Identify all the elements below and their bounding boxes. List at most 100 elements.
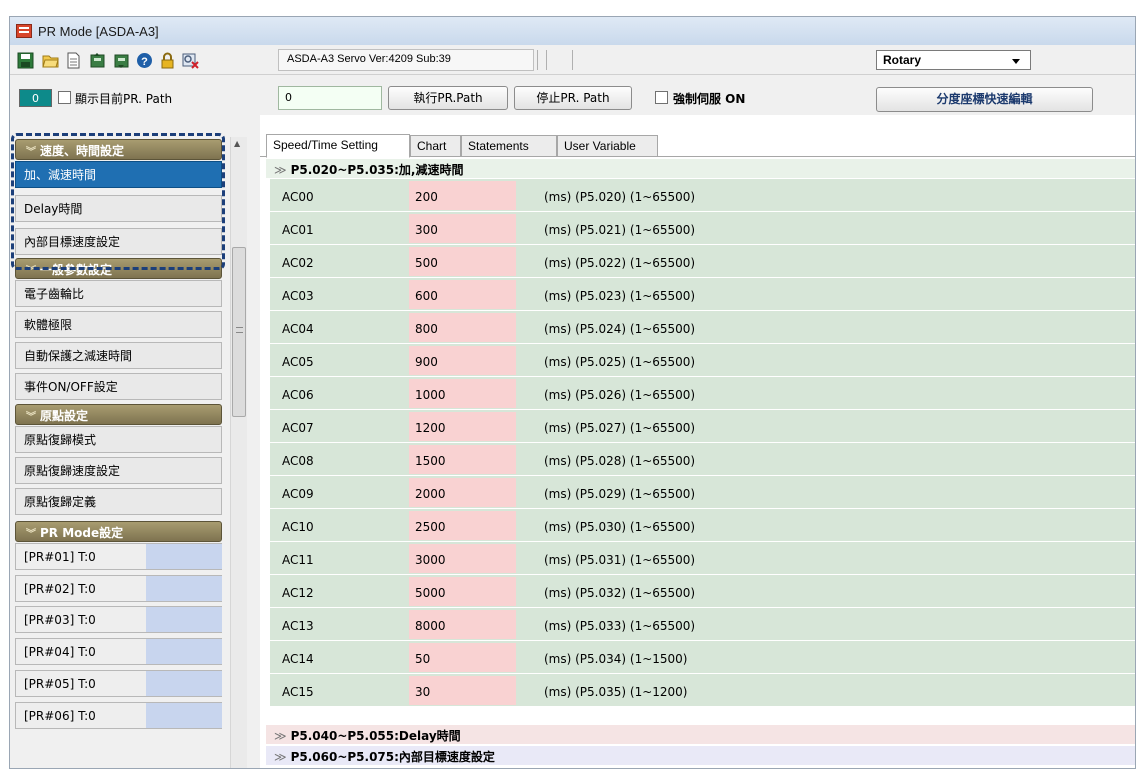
param-value-input[interactable]: 50 — [409, 643, 516, 672]
close-connection-icon[interactable] — [182, 52, 199, 69]
read-from-drive-icon[interactable] — [89, 52, 106, 69]
param-value-input[interactable]: 900 — [409, 346, 516, 375]
lock-icon[interactable] — [159, 52, 176, 69]
collapse-chevron-icon: ︾ — [26, 147, 36, 158]
force-servo-on-label: 強制伺服 ON — [673, 92, 746, 106]
force-servo-on-checkbox[interactable] — [655, 91, 668, 104]
param-value-input[interactable]: 200 — [409, 181, 516, 210]
section-accel-decel-header[interactable]: ≫ P5.020~P5.035:加,減速時間 — [266, 159, 1135, 178]
toolbar-separator — [537, 50, 573, 70]
sidebar-item-pr05[interactable]: [PR#05] T:0 — [15, 670, 222, 697]
param-value-input[interactable]: 2000 — [409, 478, 516, 507]
param-description: (ms) (P5.034) (1~1500) — [544, 652, 688, 666]
param-name: AC08 — [282, 454, 314, 468]
sidebar-item-pr04[interactable]: [PR#04] T:0 — [15, 638, 222, 665]
mode-select-value: Rotary — [883, 53, 922, 67]
table-row: AC00 200 (ms) (P5.020) (1~65500) — [270, 179, 1135, 212]
param-value-input[interactable]: 300 — [409, 214, 516, 243]
param-name: AC14 — [282, 652, 314, 666]
sidebar-item-pr06[interactable]: [PR#06] T:0 — [15, 702, 222, 729]
param-description: (ms) (P5.022) (1~65500) — [544, 256, 696, 270]
table-row: AC02 500 (ms) (P5.022) (1~65500) — [270, 245, 1135, 278]
sidebar-scrollbar[interactable]: ▲ — [230, 137, 247, 768]
show-path-checkbox[interactable] — [58, 91, 71, 104]
param-value-input[interactable]: 5000 — [409, 577, 516, 606]
param-name: AC13 — [282, 619, 314, 633]
table-row: AC13 8000 (ms) (P5.033) (1~65500) — [270, 608, 1135, 641]
toolbar: ? ASDA-A3 Servo Ver:4209 Sub:39 Rotary — [10, 45, 1135, 75]
param-value-input[interactable]: 1000 — [409, 379, 516, 408]
param-value-input[interactable]: 500 — [409, 247, 516, 276]
param-value-input[interactable]: 8000 — [409, 610, 516, 639]
pr-number-indicator: 0 — [19, 89, 52, 107]
sidebar-item-pr02[interactable]: [PR#02] T:0 — [15, 575, 222, 602]
param-value-input[interactable]: 2500 — [409, 511, 516, 540]
pr-path-input[interactable]: 0 — [278, 86, 382, 110]
param-name: AC03 — [282, 289, 314, 303]
param-value-input[interactable]: 1200 — [409, 412, 516, 441]
sidebar-group-homing[interactable]: ︾ 原點設定 — [15, 404, 222, 425]
param-value-input[interactable]: 600 — [409, 280, 516, 309]
param-name: AC05 — [282, 355, 314, 369]
collapse-chevron-icon: ︾ — [26, 412, 36, 423]
sidebar-item-pr01[interactable]: [PR#01] T:0 — [15, 543, 222, 570]
param-description: (ms) (P5.027) (1~65500) — [544, 421, 696, 435]
param-name: AC04 — [282, 322, 314, 336]
write-to-drive-icon[interactable] — [113, 52, 130, 69]
open-folder-icon[interactable] — [42, 52, 59, 69]
dropdown-arrow-icon — [1012, 59, 1020, 64]
param-description: (ms) (P5.029) (1~65500) — [544, 487, 696, 501]
expand-chevron-icon: ≫ — [274, 729, 287, 743]
sidebar-item-homing-mode[interactable]: 原點復歸模式 — [15, 426, 222, 453]
sidebar-item-homing-speed[interactable]: 原點復歸速度設定 — [15, 457, 222, 484]
expand-chevron-icon: ≫ — [274, 750, 287, 764]
table-row: AC04 800 (ms) (P5.024) (1~65500) — [270, 311, 1135, 344]
sidebar-group-speed-time[interactable]: ︾ 速度、時間設定 — [15, 139, 222, 160]
tab-user-variable[interactable]: User Variable — [557, 135, 658, 157]
table-row: AC05 900 (ms) (P5.025) (1~65500) — [270, 344, 1135, 377]
app-logo-icon — [16, 24, 32, 38]
help-icon[interactable]: ? — [136, 52, 153, 69]
param-name: AC07 — [282, 421, 314, 435]
tab-bar: Speed/Time Setting Chart Statements User… — [260, 134, 1135, 158]
param-name: AC15 — [282, 685, 314, 699]
param-value-input[interactable]: 3000 — [409, 544, 516, 573]
scroll-up-arrow-icon[interactable]: ▲ — [234, 139, 240, 148]
sidebar-group-general-params[interactable]: ︾ 一般參數設定 — [15, 258, 222, 279]
sidebar-group-pr-mode[interactable]: ︾ PR Mode設定 — [15, 521, 222, 542]
param-value-input[interactable]: 30 — [409, 676, 516, 705]
sidebar-item-delay-time[interactable]: Delay時間 — [15, 195, 222, 222]
section-speed-header[interactable]: ≫ P5.060~P5.075:內部目標速度設定 — [266, 746, 1135, 765]
scrollbar-thumb[interactable] — [232, 247, 246, 417]
tab-statements[interactable]: Statements — [461, 135, 557, 157]
param-name: AC09 — [282, 487, 314, 501]
sidebar-item-software-limit[interactable]: 軟體極限 — [15, 311, 222, 338]
table-row: AC09 2000 (ms) (P5.029) (1~65500) — [270, 476, 1135, 509]
param-name: AC11 — [282, 553, 314, 567]
table-row: AC06 1000 (ms) (P5.026) (1~65500) — [270, 377, 1135, 410]
tab-speed-time-setting[interactable]: Speed/Time Setting — [266, 134, 410, 158]
save-icon[interactable] — [17, 52, 34, 69]
sidebar-item-homing-definition[interactable]: 原點復歸定義 — [15, 488, 222, 515]
param-value-input[interactable]: 1500 — [409, 445, 516, 474]
mode-select[interactable]: Rotary — [876, 50, 1031, 70]
run-pr-path-button[interactable]: 執行PR.Path — [388, 86, 508, 110]
sidebar-item-pr03[interactable]: [PR#03] T:0 — [15, 606, 222, 633]
sidebar-item-internal-target-speed[interactable]: 內部目標速度設定 — [15, 228, 222, 255]
sidebar-item-electronic-gear[interactable]: 電子齒輪比 — [15, 280, 222, 307]
param-value-input[interactable]: 800 — [409, 313, 516, 342]
sidebar-item-event-on-off[interactable]: 事件ON/OFF設定 — [15, 373, 222, 400]
tab-chart[interactable]: Chart — [410, 135, 461, 157]
document-icon[interactable] — [65, 52, 82, 69]
sidebar-item-auto-protect-decel[interactable]: 自動保護之減速時間 — [15, 342, 222, 369]
param-name: AC02 — [282, 256, 314, 270]
sidebar-item-accel-decel-time[interactable]: 加、減速時間 — [15, 161, 222, 188]
section-delay-header[interactable]: ≫ P5.040~P5.055:Delay時間 — [266, 725, 1135, 744]
show-path-label: 顯示目前PR. Path — [75, 92, 173, 106]
stop-pr-path-button[interactable]: 停止PR. Path — [514, 86, 632, 110]
table-row: AC08 1500 (ms) (P5.028) (1~65500) — [270, 443, 1135, 476]
firmware-version-label: ASDA-A3 Servo Ver:4209 Sub:39 — [278, 49, 534, 71]
table-row: AC03 600 (ms) (P5.023) (1~65500) — [270, 278, 1135, 311]
param-description: (ms) (P5.024) (1~65500) — [544, 322, 696, 336]
index-coordinate-edit-button[interactable]: 分度座標快速編輯 — [876, 87, 1093, 112]
